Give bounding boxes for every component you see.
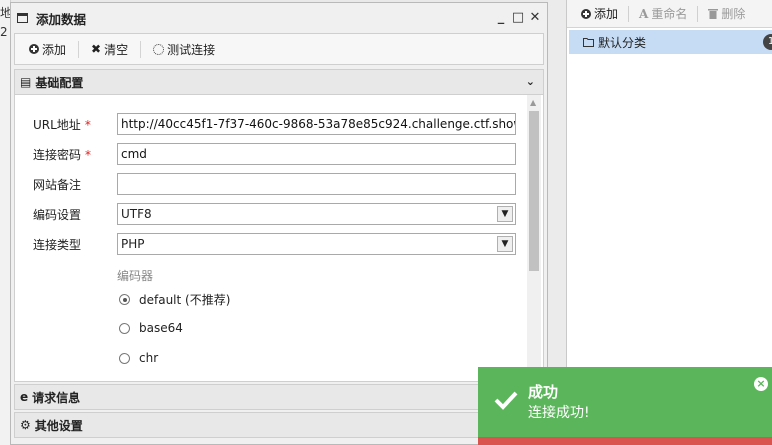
plus-circle-icon — [581, 8, 591, 19]
success-toast: 成功 连接成功! × — [478, 367, 772, 437]
add-button[interactable]: 添加 — [25, 41, 70, 58]
scroll-up-icon[interactable]: ▲ — [530, 98, 536, 107]
add-button-label: 添加 — [42, 42, 67, 57]
scroll-thumb[interactable] — [529, 111, 539, 271]
type-value: PHP — [121, 237, 145, 251]
minimize-button[interactable]: _ — [495, 10, 507, 25]
password-input[interactable]: cmd — [117, 143, 516, 165]
add-data-dialog: 添加数据 _ □ ✕ 添加 ✖ 清空 测试连接 ▤ 基础配置 ⌄ URL地址 * … — [10, 2, 548, 445]
category-add-button[interactable]: 添加 — [577, 5, 622, 22]
other-settings-header[interactable]: ⚙ 其他设置 — [14, 412, 544, 438]
encoder-option-default[interactable]: default (不推荐) — [119, 291, 230, 308]
url-label: URL地址 * — [33, 117, 91, 132]
category-toolbar: 添加 A 重命名 删除 — [567, 0, 772, 28]
category-label: 默认分类 — [598, 35, 647, 50]
gears-icon: ⚙ — [20, 418, 31, 432]
chevron-down-icon: ⌄ — [525, 75, 535, 88]
request-info-header[interactable]: e 请求信息 — [14, 384, 544, 410]
encoder-option-label: chr — [139, 351, 159, 365]
toolbar-divider — [78, 40, 80, 58]
folder-icon — [583, 38, 594, 47]
category-delete-label: 删除 — [721, 7, 746, 21]
test-connection-button[interactable]: 测试连接 — [149, 41, 219, 58]
x-icon: ✖ — [91, 42, 102, 56]
toolbar-divider — [697, 5, 699, 22]
ie-icon: e — [20, 390, 29, 404]
plus-circle-icon — [29, 44, 39, 54]
category-item-default[interactable]: 默认分类 1 — [569, 30, 772, 54]
encoding-row: 编码设置 — [33, 202, 117, 226]
type-row: 连接类型 — [33, 232, 117, 256]
form-scrollbar[interactable]: ▲ — [527, 95, 541, 381]
encoder-option-label: default (不推荐) — [139, 293, 231, 307]
toast-close-button[interactable]: × — [754, 377, 768, 391]
encoding-select[interactable]: UTF8 ▼ — [117, 203, 516, 225]
radio-icon — [119, 322, 130, 334]
url-input[interactable]: http://40cc45f1-7f37-460c-9868-53a78e85c… — [117, 113, 516, 135]
trash-icon — [708, 9, 719, 19]
toolbar-divider — [628, 5, 630, 22]
basic-config-header[interactable]: ▤ 基础配置 ⌄ — [14, 69, 544, 95]
clear-button-label: 清空 — [104, 42, 129, 57]
category-count-badge: 1 — [763, 34, 772, 50]
dialog-toolbar: 添加 ✖ 清空 测试连接 — [14, 33, 544, 65]
chevron-down-icon: ▼ — [497, 236, 513, 252]
font-icon: A — [639, 6, 649, 21]
dialog-title: 添加数据 — [36, 11, 87, 27]
close-button[interactable]: ✕ — [529, 10, 541, 25]
other-settings-title: 其他设置 — [34, 418, 83, 433]
basic-config-form: URL地址 * http://40cc45f1-7f37-460c-9868-53… — [14, 95, 544, 382]
toast-title: 成功 — [528, 383, 559, 401]
radio-selected-icon — [119, 294, 130, 305]
spinner-icon — [153, 43, 165, 55]
category-add-label: 添加 — [594, 7, 619, 21]
type-select[interactable]: PHP ▼ — [117, 233, 516, 255]
radio-icon — [119, 352, 130, 364]
url-row: URL地址 * — [33, 112, 117, 136]
clear-button[interactable]: ✖ 清空 — [87, 41, 132, 58]
category-delete-button[interactable]: 删除 — [704, 5, 749, 22]
note-row: 网站备注 — [33, 172, 117, 196]
chevron-down-icon: ▼ — [497, 206, 513, 222]
toast-message: 连接成功! — [528, 405, 590, 421]
request-info-title: 请求信息 — [32, 390, 81, 405]
encoder-option-chr[interactable]: chr — [119, 351, 158, 365]
maximize-button[interactable]: □ — [512, 10, 524, 25]
toolbar-divider — [140, 40, 142, 58]
required-marker: * — [84, 117, 91, 132]
category-rename-button[interactable]: A 重命名 — [635, 5, 691, 22]
required-marker: * — [85, 147, 92, 162]
test-connection-label: 测试连接 — [167, 42, 216, 57]
document-icon: ▤ — [20, 75, 32, 89]
encoder-title: 编码器 — [117, 269, 154, 283]
basic-config-title: 基础配置 — [35, 75, 84, 90]
encoding-value: UTF8 — [121, 207, 152, 221]
dialog-titlebar[interactable]: 添加数据 _ □ ✕ — [11, 3, 547, 33]
background-text-fragment: 2 — [0, 25, 8, 39]
encoding-label: 编码设置 — [33, 207, 82, 222]
encoder-option-label: base64 — [139, 321, 183, 335]
password-label: 连接密码 * — [33, 147, 92, 162]
note-input[interactable] — [117, 173, 516, 195]
check-icon — [494, 391, 518, 410]
category-rename-label: 重命名 — [651, 7, 688, 21]
window-icon — [17, 13, 28, 23]
type-label: 连接类型 — [33, 237, 82, 252]
window-controls: _ □ ✕ — [495, 10, 541, 25]
encoder-option-base64[interactable]: base64 — [119, 321, 183, 335]
password-row: 连接密码 * — [33, 142, 117, 166]
note-label: 网站备注 — [33, 177, 82, 192]
toast-error-strip — [478, 437, 772, 445]
